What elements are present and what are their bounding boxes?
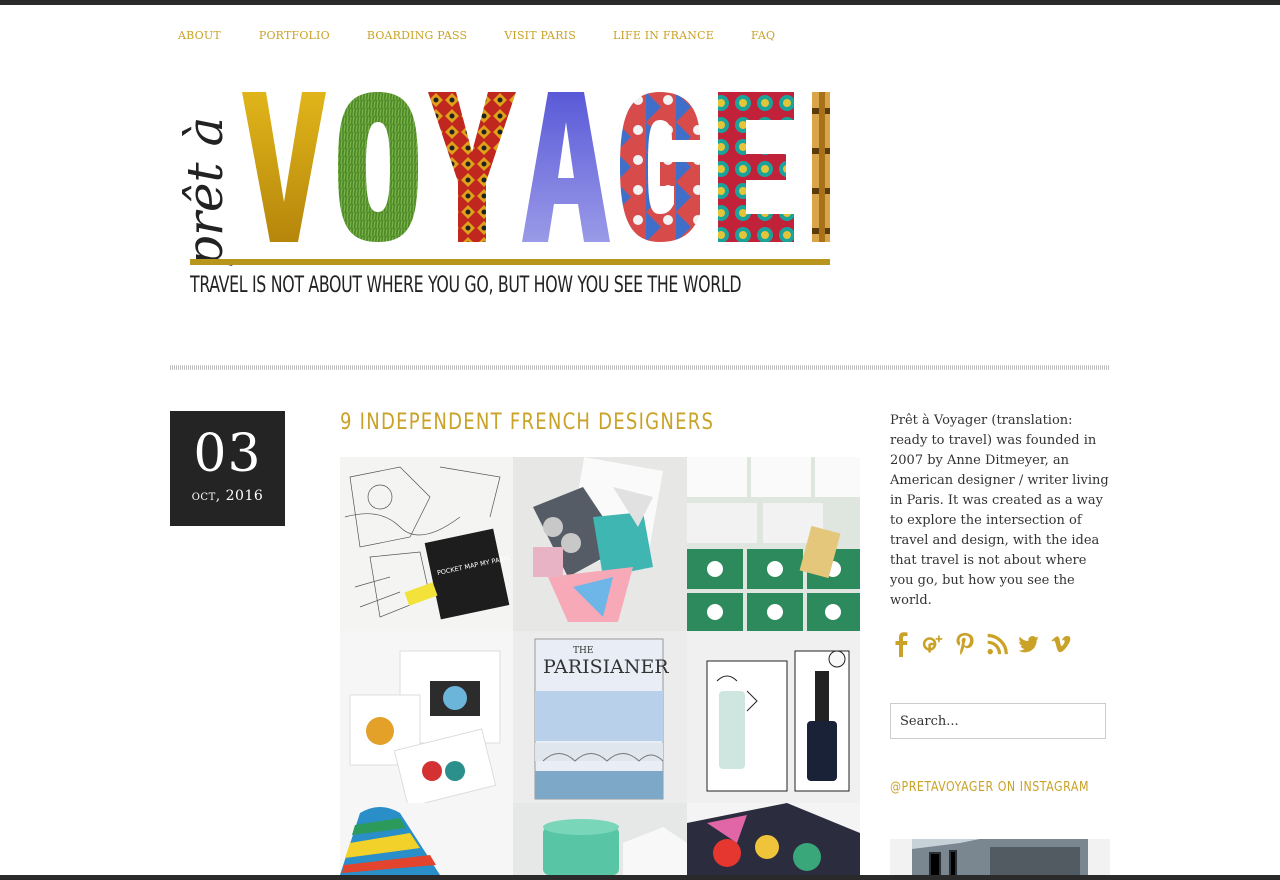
logo-letter-r: [812, 92, 830, 242]
collage-nail-polish: [687, 631, 860, 803]
instagram-widget-title: @PRETAVOYAGER ON INSTAGRAM: [890, 780, 1089, 795]
search-input[interactable]: [890, 703, 1106, 739]
logo-letter-a: [522, 92, 610, 242]
site-tagline: TRAVEL IS NOT ABOUT WHERE YOU GO, BUT HO…: [190, 272, 742, 298]
google-plus-icon[interactable]: [922, 630, 944, 658]
pret-a-script-logo: prêt à: [176, 117, 234, 268]
instagram-photo[interactable]: [890, 839, 1110, 875]
post-title[interactable]: 9 INDEPENDENT FRENCH DESIGNERS: [340, 410, 714, 435]
collage-candle: [513, 803, 687, 875]
nav-about[interactable]: ABOUT: [170, 29, 221, 42]
nav-portfolio[interactable]: PORTFOLIO: [251, 29, 330, 42]
twitter-icon[interactable]: [1018, 630, 1040, 658]
post-date-badge: 03 oct, 2016: [170, 411, 285, 526]
logo-letter-y: [428, 92, 516, 242]
svg-text:prêt à: prêt à: [176, 117, 234, 268]
voyager-wordmark: [240, 92, 830, 242]
bottom-bar: [0, 875, 1280, 880]
logo-letter-g: [620, 92, 700, 242]
facebook-icon[interactable]: [890, 630, 912, 658]
nav-visit-paris[interactable]: VISIT PARIS: [496, 29, 576, 42]
logo-letter-e: [718, 92, 794, 242]
collage-notebook: [513, 457, 687, 631]
logo-letter-o: [338, 92, 418, 242]
post-date-month-year: oct, 2016: [191, 488, 264, 504]
top-bar: [0, 0, 1280, 5]
svg-text:PARISIANER: PARISIANER: [543, 656, 669, 678]
svg-text:THE: THE: [573, 646, 593, 656]
collage-pocket-map: POCKET MAP MY PARIS: [340, 457, 513, 631]
pinterest-icon[interactable]: [954, 630, 976, 658]
collage-pins: [340, 631, 513, 803]
post-date-day: 03: [193, 424, 262, 484]
social-links: [890, 630, 1072, 658]
collage-illustrated-box: [687, 803, 860, 875]
nav-life-in-france[interactable]: LIFE IN FRANCE: [605, 29, 714, 42]
logo-underline: [190, 259, 830, 265]
vimeo-icon[interactable]: [1050, 630, 1072, 658]
sidebar-about-text: Prêt à Voyager (translation: ready to tr…: [890, 413, 1109, 608]
collage-parisianer-book: THE PARISIANER: [513, 631, 687, 803]
nav-faq[interactable]: FAQ: [743, 29, 775, 42]
site-logo-banner[interactable]: prêt à TRAVEL IS NOT ABOUT WHERE YOU GO,…: [170, 88, 830, 312]
rss-icon[interactable]: [986, 630, 1008, 658]
post-collage-image[interactable]: POCKET MAP MY PARIS THE PARISIANER: [340, 457, 860, 875]
nav-boarding-pass[interactable]: BOARDING PASS: [359, 29, 467, 42]
collage-textile: [340, 803, 513, 875]
logo-letter-v: [242, 92, 326, 242]
main-nav: ABOUT PORTFOLIO BOARDING PASS VISIT PARI…: [170, 29, 804, 42]
header-divider: [170, 365, 1109, 370]
collage-soaps: [687, 457, 860, 631]
